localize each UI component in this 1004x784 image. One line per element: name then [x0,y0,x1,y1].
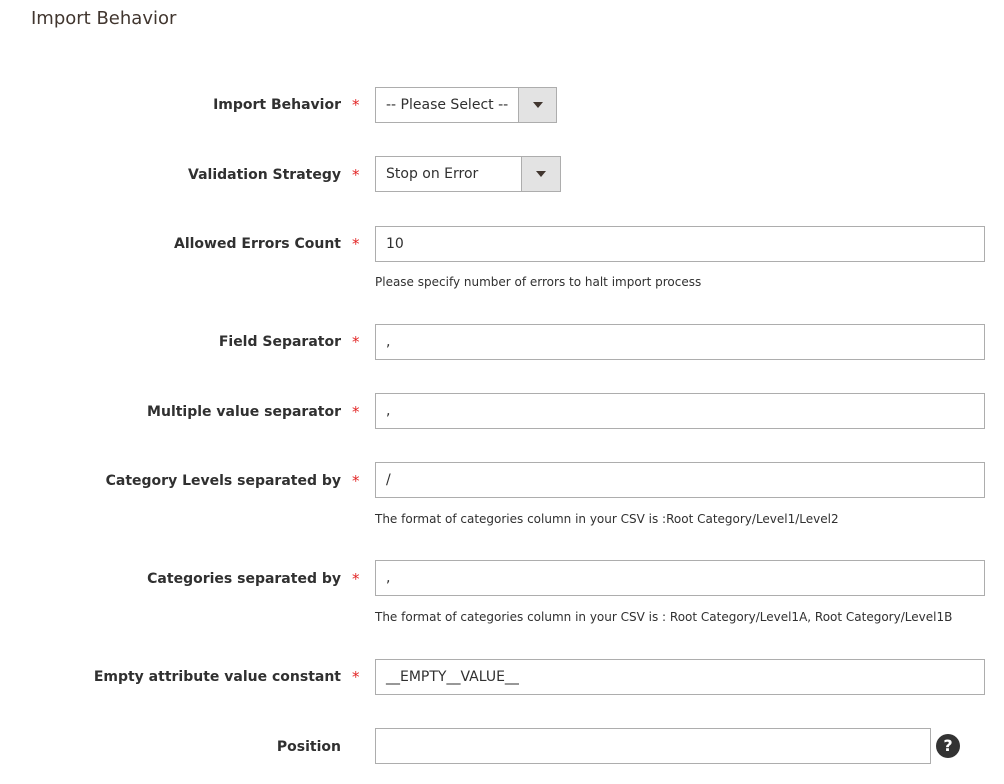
position-input[interactable] [375,728,931,764]
position-label: Position [276,739,341,755]
category-levels-separator-input[interactable]: / [375,462,985,498]
allowed-errors-count-label: Allowed Errors Count [174,236,341,252]
multiple-value-separator-label: Multiple value separator [147,404,341,420]
required-asterisk: * [352,472,360,490]
required-asterisk: * [352,166,360,184]
categories-separator-input[interactable]: , [375,560,985,596]
chevron-down-icon [532,102,543,108]
multiple-value-separator-input[interactable]: , [375,393,985,429]
category-levels-separator-label: Category Levels separated by [105,473,341,489]
import-behavior-dropdown-toggle[interactable] [518,88,556,122]
question-circle-icon[interactable]: ? [936,734,960,758]
required-asterisk: * [352,235,360,253]
required-asterisk: * [352,403,360,421]
import-behavior-select-value: -- Please Select -- [386,97,509,113]
field-separator-input[interactable]: , [375,324,985,360]
required-asterisk: * [352,333,360,351]
empty-attribute-constant-label: Empty attribute value constant [93,669,341,685]
section-title: Import Behavior [31,8,177,29]
allowed-errors-count-note: Please specify number of errors to halt … [375,275,702,289]
import-behavior-label: Import Behavior [213,97,341,113]
required-asterisk: * [352,96,360,114]
chevron-down-icon [536,171,546,177]
required-asterisk: * [352,570,360,588]
validation-strategy-select[interactable]: Stop on Error [375,156,561,192]
allowed-errors-count-input[interactable]: 10 [375,226,985,262]
category-levels-separator-note: The format of categories column in your … [375,512,839,526]
categories-separator-note: The format of categories column in your … [375,610,953,624]
validation-strategy-select-value: Stop on Error [386,166,479,182]
import-behavior-select[interactable]: -- Please Select -- [375,87,557,123]
field-separator-label: Field Separator [218,334,341,350]
validation-strategy-label: Validation Strategy [188,167,341,183]
categories-separator-label: Categories separated by [147,571,341,587]
required-asterisk: * [352,668,360,686]
empty-attribute-constant-input[interactable]: __EMPTY__VALUE__ [375,659,985,695]
validation-strategy-dropdown-toggle[interactable] [521,157,560,191]
